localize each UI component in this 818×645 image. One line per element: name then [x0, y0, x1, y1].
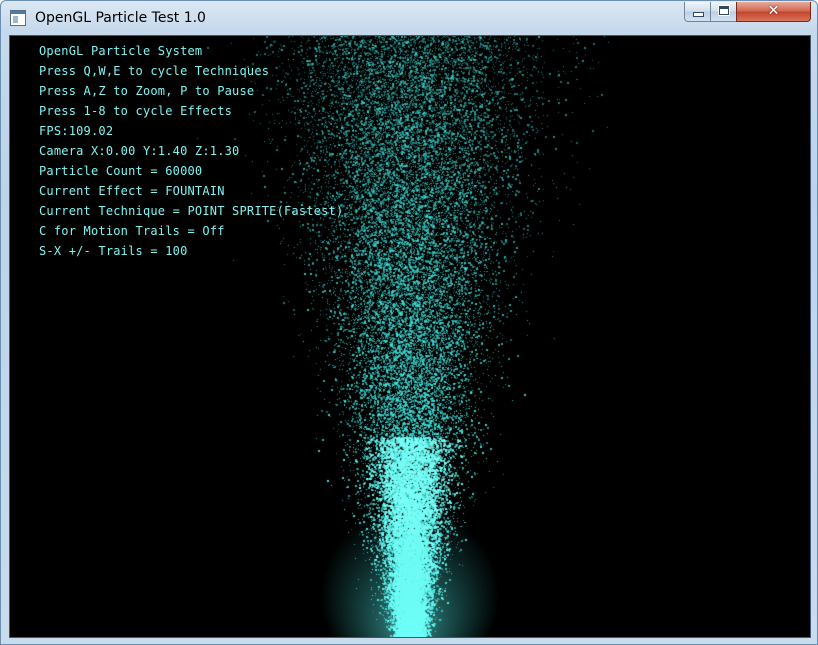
overlay-line-techniques: Press Q,W,E to cycle Techniques	[39, 64, 270, 78]
maximize-icon	[718, 5, 730, 16]
window-title: OpenGL Particle Test 1.0	[35, 10, 206, 26]
close-button[interactable]: ✕	[736, 2, 811, 22]
overlay-line-particle-count: Particle Count = 60000	[39, 164, 203, 178]
app-window: OpenGL Particle Test 1.0 ✕ OpenGL Partic…	[0, 0, 818, 645]
render-viewport[interactable]: OpenGL Particle System Press Q,W,E to cy…	[9, 35, 811, 638]
overlay-line-current-effect: Current Effect = FOUNTAIN	[39, 184, 225, 198]
overlay-line-trails: S-X +/- Trails = 100	[39, 244, 188, 258]
overlay-line-fps: FPS:109.02	[39, 124, 114, 138]
overlay-line-title: OpenGL Particle System	[39, 44, 203, 58]
overlay-line-motion-trails: C for Motion Trails = Off	[39, 224, 225, 238]
overlay-line-camera: Camera X:0.00 Y:1.40 Z:1.30	[39, 144, 240, 158]
maximize-button[interactable]	[710, 2, 737, 22]
close-icon: ✕	[767, 3, 780, 19]
info-overlay: OpenGL Particle System Press Q,W,E to cy…	[39, 41, 343, 261]
minimize-button[interactable]	[684, 2, 711, 22]
minimize-icon	[694, 13, 703, 16]
title-bar[interactable]: OpenGL Particle Test 1.0 ✕	[1, 1, 817, 35]
caption-buttons: ✕	[684, 2, 811, 23]
overlay-line-effects: Press 1-8 to cycle Effects	[39, 104, 233, 118]
overlay-line-zoom: Press A,Z to Zoom, P to Pause	[39, 84, 255, 98]
window-app-icon[interactable]	[10, 10, 26, 26]
overlay-line-current-technique: Current Technique = POINT SPRITE(Fastest…	[39, 204, 344, 218]
